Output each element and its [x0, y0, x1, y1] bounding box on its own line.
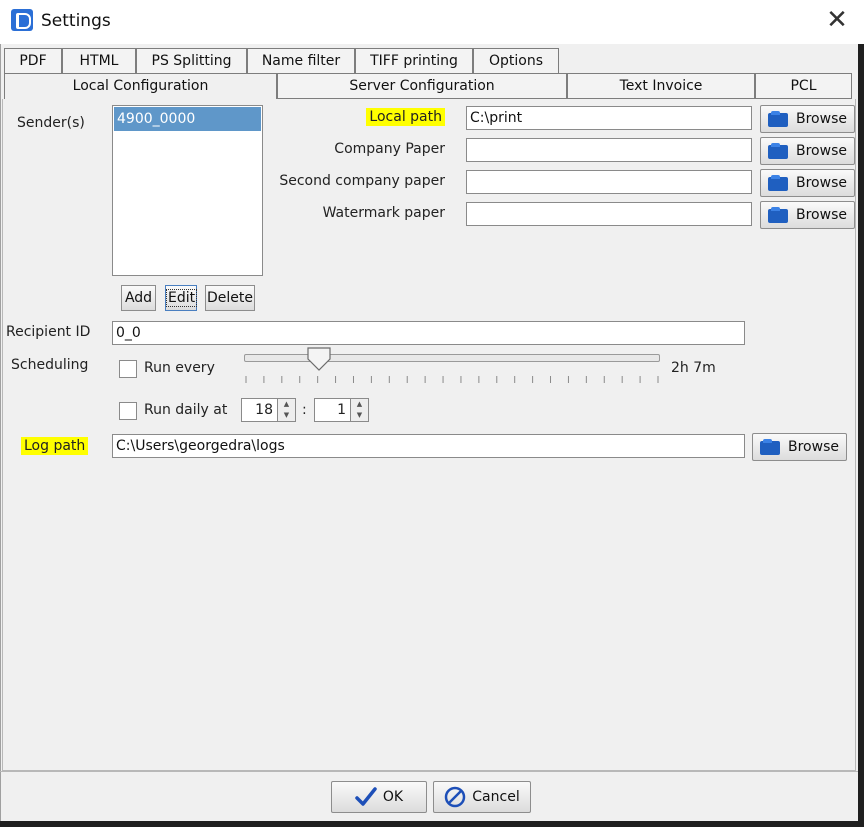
- folder-icon: [768, 206, 790, 224]
- company-paper-field[interactable]: [466, 138, 752, 162]
- log-path-label-text: Log path: [21, 437, 89, 455]
- interval-slider-thumb[interactable]: [307, 347, 331, 371]
- tab-html[interactable]: HTML: [62, 48, 136, 74]
- interval-value: 2h 7m: [671, 360, 716, 376]
- list-item[interactable]: 4900_0000: [114, 107, 261, 131]
- tab-local-configuration[interactable]: Local Configuration: [4, 73, 277, 99]
- minute-value: 1: [337, 402, 346, 418]
- local-path-label-text: Local path: [366, 108, 445, 126]
- watermark-paper-field[interactable]: [466, 202, 752, 226]
- ok-label: OK: [382, 789, 404, 805]
- folder-icon: [768, 110, 790, 128]
- second-company-paper-browse-button[interactable]: Browse: [760, 169, 855, 197]
- log-path-field[interactable]: C:\Users\georgedra\logs: [112, 434, 745, 458]
- log-path-label: Log path: [21, 437, 89, 455]
- tab-ps-splitting[interactable]: PS Splitting: [136, 48, 247, 74]
- folder-icon: [760, 438, 782, 456]
- time-separator: :: [302, 402, 307, 418]
- close-icon[interactable]: ✕: [824, 7, 850, 34]
- tab-text-invoice[interactable]: Text Invoice: [567, 73, 755, 99]
- second-company-paper-label: Second company paper: [279, 173, 445, 189]
- log-path-browse-button[interactable]: Browse: [752, 433, 847, 461]
- minute-spinner[interactable]: 1 ▲ ▼: [314, 398, 369, 422]
- local-path-label: Local path: [270, 108, 445, 126]
- local-path-field[interactable]: C:\print: [466, 106, 752, 130]
- slider-ticks: [245, 376, 659, 383]
- scheduling-label: Scheduling: [11, 357, 89, 373]
- recipient-id-field[interactable]: 0_0: [112, 321, 745, 345]
- folder-icon: [768, 174, 790, 192]
- browse-label: Browse: [796, 111, 847, 127]
- edit-sender-label: Edit: [166, 289, 198, 307]
- ok-button[interactable]: OK: [331, 781, 427, 813]
- window-border-right: [858, 44, 864, 827]
- run-every-label: Run every: [144, 360, 215, 376]
- add-sender-button[interactable]: Add: [121, 285, 156, 311]
- company-paper-label: Company Paper: [334, 141, 445, 157]
- tab-pcl[interactable]: PCL: [755, 73, 852, 99]
- company-paper-browse-button[interactable]: Browse: [760, 137, 855, 165]
- footer-separator: [0, 771, 858, 772]
- senders-list[interactable]: 4900_0000: [112, 105, 263, 276]
- watermark-paper-label: Watermark paper: [322, 205, 445, 221]
- tab-options[interactable]: Options: [473, 48, 559, 74]
- checkmark-icon: [355, 787, 377, 806]
- hour-value: 18: [255, 402, 273, 418]
- spin-up-icon[interactable]: ▲: [351, 399, 368, 410]
- run-every-checkbox[interactable]: [119, 360, 137, 378]
- minute-spinner-arrows[interactable]: ▲ ▼: [350, 399, 368, 421]
- cancel-button[interactable]: Cancel: [433, 781, 531, 813]
- tab-name-filter[interactable]: Name filter: [247, 48, 355, 74]
- run-daily-checkbox[interactable]: [119, 402, 137, 420]
- browse-label: Browse: [796, 207, 847, 223]
- local-path-browse-button[interactable]: Browse: [760, 105, 855, 133]
- tab-server-configuration[interactable]: Server Configuration: [277, 73, 567, 99]
- watermark-paper-browse-button[interactable]: Browse: [760, 201, 855, 229]
- spin-down-icon[interactable]: ▼: [351, 410, 368, 421]
- spin-down-icon[interactable]: ▼: [278, 410, 295, 421]
- title-bar: [0, 0, 864, 44]
- window-border-bottom: [0, 821, 864, 827]
- tab-tiff-printing[interactable]: TIFF printing: [355, 48, 473, 74]
- hour-spinner-arrows[interactable]: ▲ ▼: [277, 399, 295, 421]
- window-title: Settings: [41, 11, 111, 31]
- app-icon: [11, 9, 33, 31]
- cancel-label: Cancel: [472, 789, 520, 805]
- recipient-id-label: Recipient ID: [6, 324, 91, 340]
- second-company-paper-field[interactable]: [466, 170, 752, 194]
- browse-label: Browse: [788, 439, 839, 455]
- folder-icon: [768, 142, 790, 160]
- no-entry-icon: [445, 786, 466, 808]
- hour-spinner[interactable]: 18 ▲ ▼: [241, 398, 296, 422]
- senders-label: Sender(s): [17, 115, 85, 131]
- browse-label: Browse: [796, 175, 847, 191]
- delete-sender-button[interactable]: Delete: [205, 285, 255, 311]
- browse-label: Browse: [796, 143, 847, 159]
- run-daily-label: Run daily at: [144, 402, 228, 418]
- spin-up-icon[interactable]: ▲: [278, 399, 295, 410]
- edit-sender-button[interactable]: Edit: [165, 285, 198, 311]
- tab-pdf[interactable]: PDF: [4, 48, 62, 74]
